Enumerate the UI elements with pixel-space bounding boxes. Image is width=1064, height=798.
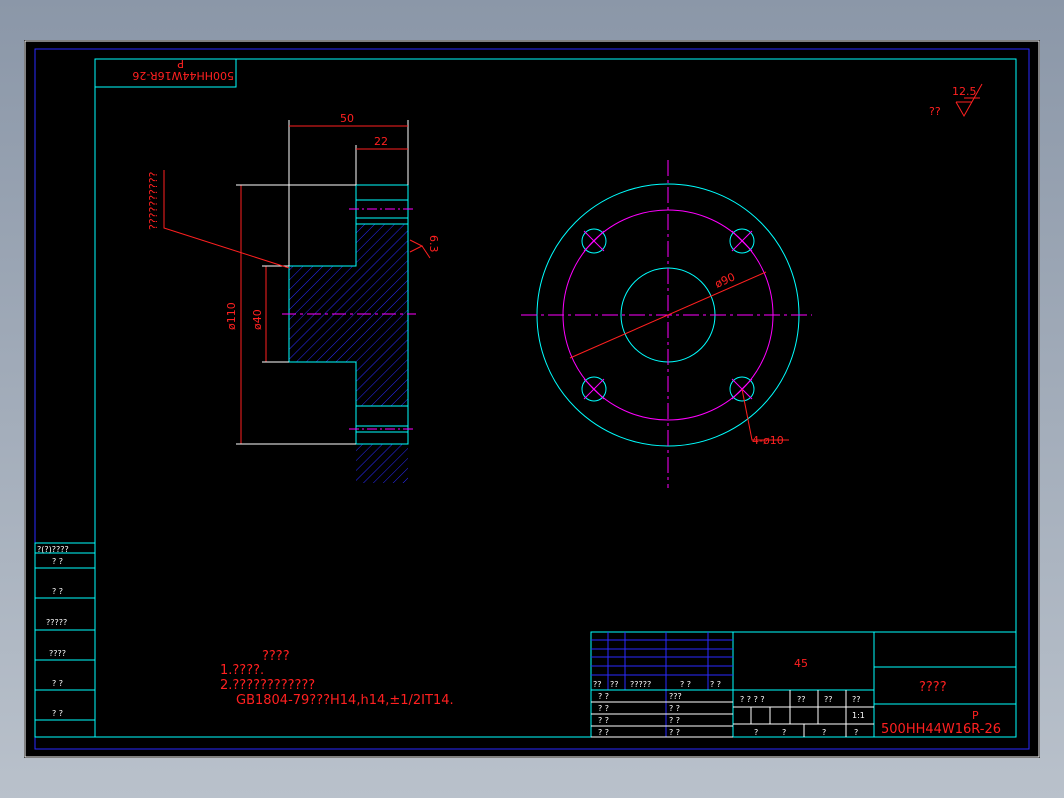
roughness-symbol: 12.5 ?? — [929, 83, 983, 118]
face-roughness: 6.3 — [427, 235, 440, 253]
part-code-suffix: P — [972, 709, 979, 722]
part-code: 500HH44W16R-26 — [881, 722, 1001, 737]
front-view: ø90 4-ø10 — [521, 160, 812, 488]
rotated-code: 500HH44W16R-26 P — [132, 57, 234, 82]
left-table-4: ???? — [49, 649, 66, 658]
left-table-6: ? ? — [52, 709, 63, 718]
left-table-1: ? ? — [52, 557, 63, 566]
left-table-0: ?(?)???? — [37, 545, 69, 554]
tb-mid-2: ?? — [824, 695, 833, 704]
tb-row3-a: ? ? — [598, 728, 609, 737]
tb-header-4: ? ? — [710, 680, 721, 689]
tb-bottom-0: ? — [754, 728, 758, 737]
dim-22: 22 — [374, 135, 388, 148]
left-table-3: ????? — [46, 618, 67, 627]
leader-text: ?????????? — [147, 171, 160, 230]
dim-d40: ø40 — [251, 309, 264, 330]
rotated-code-suffix: P — [177, 57, 184, 70]
dim-50: 50 — [340, 112, 354, 125]
tb-row1-b: ? ? — [669, 704, 680, 713]
outer-sheet-border — [24, 40, 1040, 758]
roughness-label: ?? — [929, 105, 941, 118]
tb-header-3: ? ? — [680, 680, 691, 689]
notes-line2: 2.???????????? — [220, 678, 315, 693]
roughness-value: 12.5 — [952, 85, 977, 98]
scale: 1:1 — [852, 711, 865, 720]
drawing-sheet: 500HH44W16R-26 P 12.5 ?? 50 22 ø110 ø40 … — [24, 40, 1040, 758]
tb-bottom-3: ? — [854, 728, 858, 737]
tb-mid-1: ?? — [797, 695, 806, 704]
tb-header-0: ?? — [593, 680, 602, 689]
tb-header-1: ?? — [610, 680, 619, 689]
title-block: ?? ?? ????? ? ? ? ? ? ? ??? ? ? ? ? ? ? … — [590, 631, 1017, 738]
left-table-2: ? ? — [52, 587, 63, 596]
part-name: ???? — [919, 680, 947, 695]
notes-line1: 1.????. — [220, 663, 264, 678]
tb-row1-a: ? ? — [598, 704, 609, 713]
tb-mid-3: ?? — [852, 695, 861, 704]
tb-row2-a: ? ? — [598, 716, 609, 725]
tb-header-2: ????? — [630, 680, 651, 689]
tb-row0-a: ? ? — [598, 692, 609, 701]
left-table-5: ? ? — [52, 679, 63, 688]
tb-row2-b: ? ? — [669, 716, 680, 725]
tb-row0-b: ??? — [669, 692, 682, 701]
material: 45 — [794, 657, 808, 670]
dim-d110: ø110 — [225, 302, 238, 330]
tb-mid-0: ? ? ? ? — [740, 695, 765, 704]
drawing-frame — [94, 58, 1017, 738]
cad-viewport[interactable]: 500HH44W16R-26 P 12.5 ?? 50 22 ø110 ø40 … — [24, 40, 1040, 758]
blue-border — [34, 48, 1030, 750]
dim-holes: 4-ø10 — [752, 434, 784, 447]
dim-d90: ø90 — [713, 270, 737, 290]
section-view — [282, 184, 416, 483]
tb-row3-b: ? ? — [669, 728, 680, 737]
notes-heading: ???? — [262, 649, 290, 664]
tb-bottom-1: ? — [782, 728, 786, 737]
notes-line3: GB1804-79???H14,h14,±1/2IT14. — [236, 693, 454, 708]
left-side-table: ?(?)???? ? ? ? ? ????? ???? ? ? ? ? — [34, 542, 96, 738]
tb-bottom-2: ? — [822, 728, 826, 737]
technical-notes: ???? 1.????. 2.???????????? GB1804-79???… — [220, 649, 454, 708]
